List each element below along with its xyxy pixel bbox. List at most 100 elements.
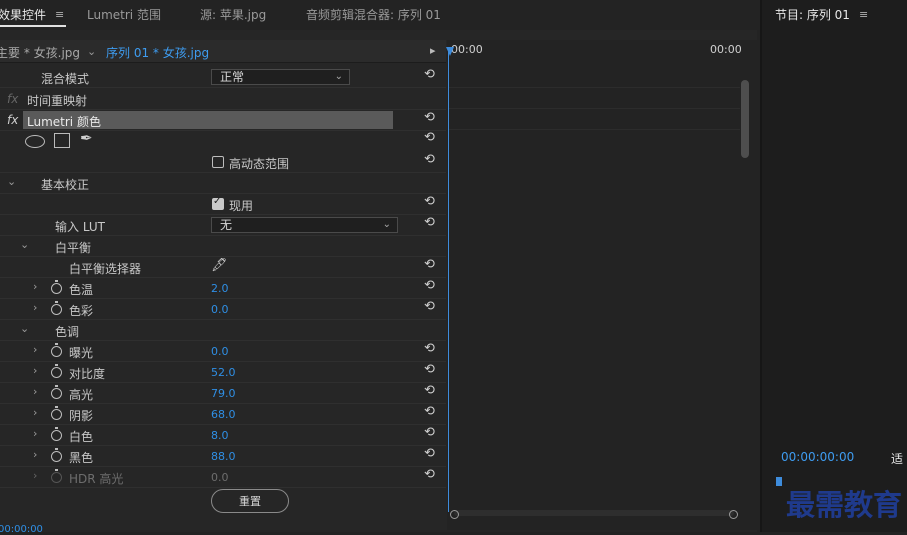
hdr-highlights-label: HDR 高光 [69,472,124,486]
input-lut-dropdown[interactable]: 无 ⌄ [211,217,398,233]
lumetri-color-label[interactable]: Lumetri 颜色 [27,113,101,130]
ellipse-mask-icon[interactable] [25,135,45,148]
playhead-line[interactable] [448,50,449,512]
effect-timeline[interactable] [447,40,757,530]
fx-toggle-icon[interactable]: fx [7,113,18,127]
reset-icon[interactable]: ⟲ [424,362,435,377]
active-tab-indicator [0,25,66,27]
vertical-scrollbar[interactable] [741,80,749,158]
stopwatch-icon[interactable] [51,343,62,357]
timeline-row-line [449,129,740,130]
chevron-right-icon[interactable]: › [33,343,37,356]
play-triangle-icon[interactable]: ▸ [430,44,436,57]
time-remap-label[interactable]: 时间重映射 [27,92,87,109]
stopwatch-icon[interactable] [51,448,62,462]
chevron-down-icon[interactable]: ⌄ [7,175,16,188]
hdr-label: 高动态范围 [229,157,290,171]
timeline-row-line [449,108,740,109]
blacks-label: 黑色 [69,451,94,465]
reset-icon[interactable]: ⟲ [424,257,435,272]
reset-icon[interactable]: ⟲ [424,446,435,461]
chevron-right-icon[interactable]: › [33,427,37,440]
stopwatch-icon[interactable] [51,364,62,378]
reset-icon[interactable]: ⟲ [424,110,435,125]
row-enable: 现用 ⟲ [0,193,446,215]
pen-mask-icon[interactable]: ✒ [80,129,93,147]
stopwatch-icon[interactable] [51,301,62,315]
stopwatch-icon[interactable] [51,280,62,294]
tab-audio-mixer[interactable]: 音频剪辑混合器: 序列 01 [306,6,441,23]
rectangle-mask-icon[interactable] [54,133,70,148]
tab-lumetri-scopes[interactable]: Lumetri 范围 [87,6,161,23]
reset-icon[interactable]: ⟲ [424,194,435,209]
row-contrast: › 对比度 52.0 ⟲ [0,361,446,383]
reset-icon[interactable]: ⟲ [424,404,435,419]
reset-icon[interactable]: ⟲ [424,341,435,356]
program-monitor-title[interactable]: 节目: 序列 01 [775,6,850,23]
panel-menu-icon[interactable]: ≡ [859,8,868,21]
panel-menu-icon[interactable]: ≡ [55,8,64,21]
exposure-value[interactable]: 0.0 [211,345,229,358]
basic-correction-label[interactable]: 基本校正 [41,176,89,193]
blacks-value[interactable]: 88.0 [211,450,236,463]
tone-label[interactable]: 色调 [55,323,79,340]
enable-checkbox[interactable] [212,196,224,210]
stopwatch-icon[interactable] [51,427,62,441]
program-timecode[interactable]: 00:00:00:00 [781,450,854,464]
reset-icon[interactable]: ⟲ [424,467,435,482]
highlights-label: 高光 [69,388,94,402]
reset-icon[interactable]: ⟲ [424,152,435,167]
chevron-down-icon: ⌄ [382,219,391,230]
temperature-value[interactable]: 2.0 [211,282,229,295]
reset-icon[interactable]: ⟲ [424,299,435,314]
stopwatch-icon[interactable] [51,406,62,420]
chevron-down-icon[interactable]: ⌄ [20,322,29,335]
chevron-right-icon[interactable]: › [33,280,37,293]
hdr-checkbox[interactable] [212,156,224,168]
chevron-down-icon[interactable]: ⌄ [20,238,29,251]
sequence-clip-tab[interactable]: 序列 01 * 女孩.jpg [106,44,209,61]
chevron-right-icon[interactable]: › [33,301,37,314]
row-hdr: 高动态范围 ⟲ [0,151,446,173]
tint-value[interactable]: 0.0 [211,303,229,316]
shadows-value[interactable]: 68.0 [211,408,236,421]
reset-icon[interactable]: ⟲ [424,130,435,145]
tint-label: 色彩 [69,304,94,318]
eyedropper-icon[interactable]: 🖋 [211,258,228,273]
stopwatch-icon[interactable] [51,385,62,399]
shadows-label: 阴影 [69,409,94,423]
highlights-value[interactable]: 79.0 [211,387,236,400]
horizontal-scrollbar[interactable] [454,510,734,516]
blend-mode-dropdown[interactable]: 正常 ⌄ [211,69,350,85]
reset-icon[interactable]: ⟲ [424,215,435,230]
reset-icon[interactable]: ⟲ [424,278,435,293]
white-balance-label[interactable]: 白平衡 [55,239,91,256]
scroll-end-handle[interactable] [729,510,738,519]
chevron-right-icon[interactable]: › [33,448,37,461]
tab-source[interactable]: 源: 苹果.jpg [200,6,266,23]
reset-icon[interactable]: ⟲ [424,67,435,82]
stopwatch-icon [51,469,62,483]
tab-effect-controls[interactable]: 效果控件 [0,6,46,23]
row-basic-correction: ⌄ 基本校正 [0,172,446,194]
program-playhead[interactable] [776,477,782,486]
chevron-right-icon[interactable]: › [33,406,37,419]
chevron-right-icon[interactable]: › [33,385,37,398]
reset-icon[interactable]: ⟲ [424,425,435,440]
chevron-right-icon[interactable]: › [33,364,37,377]
blend-mode-value: 正常 [220,70,245,84]
scroll-start-handle[interactable] [450,510,459,519]
zoom-fit-dropdown[interactable]: 适 [891,450,903,467]
row-hdr-highlights: › HDR 高光 0.0 ⟲ [0,466,446,488]
master-clip-tab[interactable]: 主要 * 女孩.jpg [0,44,80,61]
contrast-value[interactable]: 52.0 [211,366,236,379]
wb-selector-label: 白平衡选择器 [69,262,142,276]
row-wb-selector: 白平衡选择器 🖋 ⟲ [0,256,446,278]
whites-value[interactable]: 8.0 [211,429,229,442]
chevron-down-icon[interactable]: ⌄ [87,45,96,58]
row-time-remap: fx 时间重映射 [0,88,446,110]
reset-icon[interactable]: ⟲ [424,383,435,398]
footer-timecode[interactable]: 00:00:00 [0,524,43,535]
row-highlights: › 高光 79.0 ⟲ [0,382,446,404]
reset-button[interactable]: 重置 [211,489,289,513]
